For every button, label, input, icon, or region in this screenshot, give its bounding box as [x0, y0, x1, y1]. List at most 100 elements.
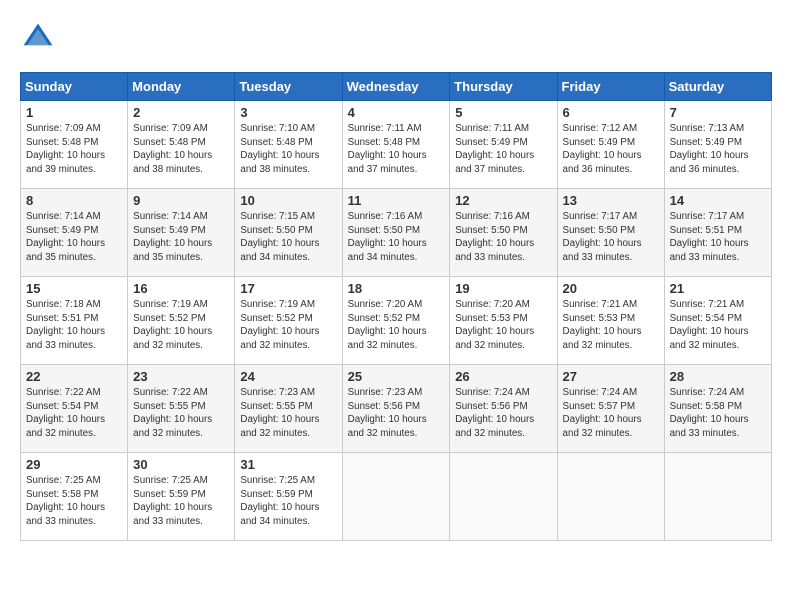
day-number: 23: [133, 369, 229, 384]
day-info: Sunrise: 7:10 AM Sunset: 5:48 PM Dayligh…: [240, 122, 336, 177]
day-info: Sunrise: 7:15 AM Sunset: 5:50 PM Dayligh…: [240, 210, 336, 265]
calendar-cell: 5 Sunrise: 7:11 AM Sunset: 5:49 PM Daylig…: [450, 101, 557, 189]
calendar-cell: 27 Sunrise: 7:24 AM Sunset: 5:57 PM Dayli…: [557, 365, 664, 453]
day-number: 25: [348, 369, 445, 384]
day-info: Sunrise: 7:24 AM Sunset: 5:56 PM Dayligh…: [455, 386, 551, 441]
day-number: 1: [26, 105, 122, 120]
calendar-cell: 17 Sunrise: 7:19 AM Sunset: 5:52 PM Dayli…: [235, 277, 342, 365]
calendar-week-2: 8 Sunrise: 7:14 AM Sunset: 5:49 PM Daylig…: [21, 189, 772, 277]
day-number: 22: [26, 369, 122, 384]
calendar-cell: 9 Sunrise: 7:14 AM Sunset: 5:49 PM Daylig…: [128, 189, 235, 277]
day-number: 30: [133, 457, 229, 472]
calendar-table: SundayMondayTuesdayWednesdayThursdayFrid…: [20, 72, 772, 541]
logo: [20, 20, 62, 56]
calendar-cell: 12 Sunrise: 7:16 AM Sunset: 5:50 PM Dayli…: [450, 189, 557, 277]
calendar-cell: 2 Sunrise: 7:09 AM Sunset: 5:48 PM Daylig…: [128, 101, 235, 189]
day-info: Sunrise: 7:21 AM Sunset: 5:54 PM Dayligh…: [670, 298, 766, 353]
day-info: Sunrise: 7:19 AM Sunset: 5:52 PM Dayligh…: [133, 298, 229, 353]
day-number: 24: [240, 369, 336, 384]
day-info: Sunrise: 7:24 AM Sunset: 5:58 PM Dayligh…: [670, 386, 766, 441]
day-info: Sunrise: 7:11 AM Sunset: 5:49 PM Dayligh…: [455, 122, 551, 177]
weekday-header-monday: Monday: [128, 73, 235, 101]
day-number: 10: [240, 193, 336, 208]
calendar-cell: 19 Sunrise: 7:20 AM Sunset: 5:53 PM Dayli…: [450, 277, 557, 365]
day-number: 13: [563, 193, 659, 208]
day-info: Sunrise: 7:24 AM Sunset: 5:57 PM Dayligh…: [563, 386, 659, 441]
day-number: 11: [348, 193, 445, 208]
weekday-header-saturday: Saturday: [664, 73, 771, 101]
day-number: 5: [455, 105, 551, 120]
calendar-cell: 11 Sunrise: 7:16 AM Sunset: 5:50 PM Dayli…: [342, 189, 450, 277]
calendar-cell: 8 Sunrise: 7:14 AM Sunset: 5:49 PM Daylig…: [21, 189, 128, 277]
calendar-cell: 3 Sunrise: 7:10 AM Sunset: 5:48 PM Daylig…: [235, 101, 342, 189]
calendar-cell: 23Sunrise: 7:22 AM Sunset: 5:55 PM Dayli…: [128, 365, 235, 453]
day-number: 27: [563, 369, 659, 384]
day-number: 4: [348, 105, 445, 120]
day-info: Sunrise: 7:25 AM Sunset: 5:59 PM Dayligh…: [133, 474, 229, 529]
calendar-week-3: 15 Sunrise: 7:18 AM Sunset: 5:51 PM Dayli…: [21, 277, 772, 365]
day-info: Sunrise: 7:16 AM Sunset: 5:50 PM Dayligh…: [455, 210, 551, 265]
calendar-cell: 7 Sunrise: 7:13 AM Sunset: 5:49 PM Daylig…: [664, 101, 771, 189]
day-info: Sunrise: 7:23 AM Sunset: 5:56 PM Dayligh…: [348, 386, 445, 441]
day-number: 26: [455, 369, 551, 384]
day-number: 28: [670, 369, 766, 384]
day-info: Sunrise: 7:17 AM Sunset: 5:51 PM Dayligh…: [670, 210, 766, 265]
day-info: Sunrise: 7:14 AM Sunset: 5:49 PM Dayligh…: [26, 210, 122, 265]
day-number: 2: [133, 105, 229, 120]
calendar-cell: 16 Sunrise: 7:19 AM Sunset: 5:52 PM Dayli…: [128, 277, 235, 365]
day-info: Sunrise: 7:09 AM Sunset: 5:48 PM Dayligh…: [133, 122, 229, 177]
day-number: 7: [670, 105, 766, 120]
day-info: Sunrise: 7:09 AM Sunset: 5:48 PM Dayligh…: [26, 122, 122, 177]
day-info: Sunrise: 7:21 AM Sunset: 5:53 PM Dayligh…: [563, 298, 659, 353]
day-info: Sunrise: 7:25 AM Sunset: 5:59 PM Dayligh…: [240, 474, 336, 529]
day-info: Sunrise: 7:23 AM Sunset: 5:55 PM Dayligh…: [240, 386, 336, 441]
weekday-header-tuesday: Tuesday: [235, 73, 342, 101]
day-info: Sunrise: 7:17 AM Sunset: 5:50 PM Dayligh…: [563, 210, 659, 265]
calendar-cell: 18Sunrise: 7:20 AM Sunset: 5:52 PM Dayli…: [342, 277, 450, 365]
day-number: 19: [455, 281, 551, 296]
day-number: 6: [563, 105, 659, 120]
weekday-header-thursday: Thursday: [450, 73, 557, 101]
calendar-cell: [557, 453, 664, 541]
calendar-cell: 24 Sunrise: 7:23 AM Sunset: 5:55 PM Dayli…: [235, 365, 342, 453]
calendar-cell: 6Sunrise: 7:12 AM Sunset: 5:49 PM Daylig…: [557, 101, 664, 189]
calendar-cell: 22 Sunrise: 7:22 AM Sunset: 5:54 PM Dayli…: [21, 365, 128, 453]
calendar-cell: 28 Sunrise: 7:24 AM Sunset: 5:58 PM Dayli…: [664, 365, 771, 453]
calendar-cell: 10 Sunrise: 7:15 AM Sunset: 5:50 PM Dayli…: [235, 189, 342, 277]
day-number: 14: [670, 193, 766, 208]
weekday-header-wednesday: Wednesday: [342, 73, 450, 101]
day-number: 17: [240, 281, 336, 296]
day-info: Sunrise: 7:22 AM Sunset: 5:54 PM Dayligh…: [26, 386, 122, 441]
calendar-cell: 13 Sunrise: 7:17 AM Sunset: 5:50 PM Dayli…: [557, 189, 664, 277]
weekday-header-sunday: Sunday: [21, 73, 128, 101]
calendar-cell: 21 Sunrise: 7:21 AM Sunset: 5:54 PM Dayli…: [664, 277, 771, 365]
weekday-header-friday: Friday: [557, 73, 664, 101]
day-info: Sunrise: 7:19 AM Sunset: 5:52 PM Dayligh…: [240, 298, 336, 353]
calendar-cell: [342, 453, 450, 541]
calendar-week-1: 1 Sunrise: 7:09 AM Sunset: 5:48 PM Daylig…: [21, 101, 772, 189]
calendar-cell: 1 Sunrise: 7:09 AM Sunset: 5:48 PM Daylig…: [21, 101, 128, 189]
day-info: Sunrise: 7:16 AM Sunset: 5:50 PM Dayligh…: [348, 210, 445, 265]
calendar-cell: [664, 453, 771, 541]
calendar-cell: 29Sunrise: 7:25 AM Sunset: 5:58 PM Dayli…: [21, 453, 128, 541]
day-number: 21: [670, 281, 766, 296]
page-header: [20, 20, 772, 56]
day-number: 16: [133, 281, 229, 296]
day-number: 20: [563, 281, 659, 296]
day-info: Sunrise: 7:13 AM Sunset: 5:49 PM Dayligh…: [670, 122, 766, 177]
day-info: Sunrise: 7:11 AM Sunset: 5:48 PM Dayligh…: [348, 122, 445, 177]
day-number: 3: [240, 105, 336, 120]
day-info: Sunrise: 7:18 AM Sunset: 5:51 PM Dayligh…: [26, 298, 122, 353]
calendar-cell: 20 Sunrise: 7:21 AM Sunset: 5:53 PM Dayli…: [557, 277, 664, 365]
calendar-week-4: 22 Sunrise: 7:22 AM Sunset: 5:54 PM Dayli…: [21, 365, 772, 453]
day-number: 15: [26, 281, 122, 296]
day-number: 8: [26, 193, 122, 208]
day-number: 29: [26, 457, 122, 472]
day-info: Sunrise: 7:14 AM Sunset: 5:49 PM Dayligh…: [133, 210, 229, 265]
calendar-cell: 26 Sunrise: 7:24 AM Sunset: 5:56 PM Dayli…: [450, 365, 557, 453]
day-info: Sunrise: 7:20 AM Sunset: 5:53 PM Dayligh…: [455, 298, 551, 353]
day-info: Sunrise: 7:20 AM Sunset: 5:52 PM Dayligh…: [348, 298, 445, 353]
day-number: 9: [133, 193, 229, 208]
calendar-cell: 15 Sunrise: 7:18 AM Sunset: 5:51 PM Dayli…: [21, 277, 128, 365]
day-number: 12: [455, 193, 551, 208]
